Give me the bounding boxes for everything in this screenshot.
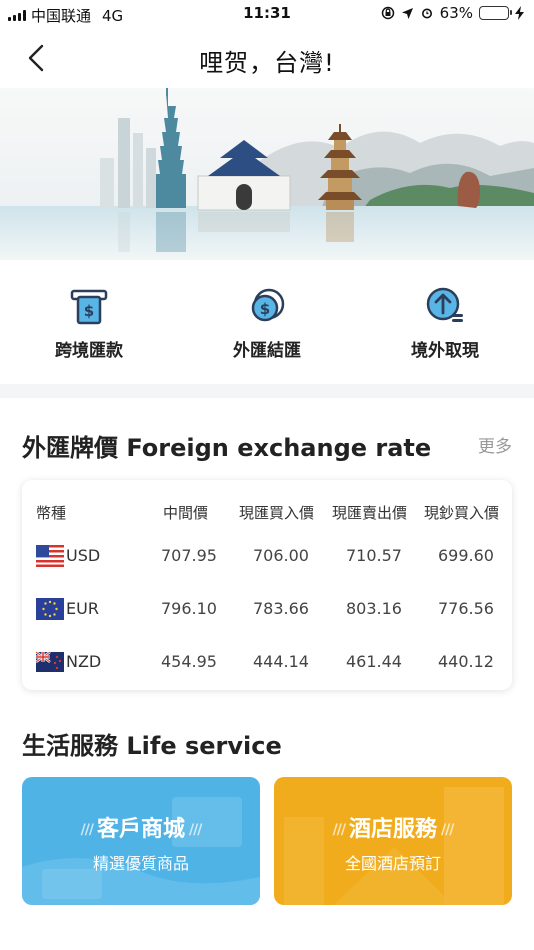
coin-exchange-icon: $ bbox=[251, 288, 285, 322]
atm-dollar-icon: $ bbox=[70, 289, 108, 325]
life-service-title: 生活服務 Life service bbox=[22, 732, 282, 760]
quick-action-label: 外匯結匯 bbox=[233, 341, 301, 361]
column-header: 現鈔買入價 bbox=[424, 504, 500, 522]
page-title: 哩贺，台灣! bbox=[199, 49, 335, 77]
taiwan-banner-image bbox=[0, 88, 534, 260]
alarm-icon bbox=[421, 8, 432, 19]
table-row[interactable]: NZD 454.95 444.14 461.44 440.12 bbox=[22, 640, 512, 684]
quick-actions: $ 跨境匯款 $ 外匯結匯 境外取現 bbox=[0, 260, 534, 384]
us-flag-icon bbox=[36, 545, 64, 567]
svg-text:$: $ bbox=[84, 302, 94, 320]
hotel-service-card[interactable]: ///酒店服務/// 全國酒店預訂 bbox=[274, 777, 512, 905]
battery-percent: 63% bbox=[439, 4, 473, 22]
column-header: 現匯買入價 bbox=[239, 504, 315, 522]
status-bar: 中国联通 4G 11:31 63% bbox=[0, 0, 534, 28]
table-row[interactable]: USD 707.95 706.00 710.57 699.60 bbox=[22, 534, 512, 578]
rate-value: 461.44 bbox=[346, 652, 402, 671]
column-header: 幣種 bbox=[36, 504, 67, 522]
rate-value: 803.16 bbox=[346, 599, 402, 618]
card-title: ///酒店服務/// bbox=[332, 817, 455, 842]
cross-border-remittance-button[interactable]: $ 跨境匯款 bbox=[0, 260, 178, 384]
quick-action-label: 境外取現 bbox=[411, 341, 479, 361]
rate-value: 776.56 bbox=[438, 599, 494, 618]
card-title: ///客戶商城/// bbox=[80, 817, 203, 842]
column-header: 現匯賣出價 bbox=[332, 504, 408, 522]
rate-value: 444.14 bbox=[253, 652, 309, 671]
column-header: 中間價 bbox=[163, 504, 209, 522]
orientation-lock-icon bbox=[381, 6, 394, 20]
rate-value: 699.60 bbox=[438, 546, 494, 565]
forex-section-title: 外匯牌價 Foreign exchange rate bbox=[22, 434, 432, 462]
section-divider bbox=[0, 384, 534, 398]
currency-code: EUR bbox=[66, 599, 99, 618]
charging-icon bbox=[515, 6, 524, 20]
location-icon bbox=[401, 7, 413, 19]
forex-more-link[interactable]: 更多 bbox=[478, 432, 512, 457]
overseas-withdrawal-button[interactable]: 境外取現 bbox=[356, 260, 534, 384]
quick-action-label: 跨境匯款 bbox=[55, 341, 123, 361]
rate-value: 710.57 bbox=[346, 546, 402, 565]
nz-flag-icon bbox=[36, 650, 64, 672]
rate-value: 440.12 bbox=[438, 652, 494, 671]
nav-bar: 哩贺，台灣! bbox=[0, 28, 534, 88]
eu-flag-icon bbox=[36, 598, 64, 620]
upload-coin-icon bbox=[426, 287, 463, 322]
forex-rate-table: 幣種 中間價 現匯買入價 現匯賣出價 現鈔買入價 USD 707.95 706.… bbox=[22, 480, 512, 690]
rate-value: 706.00 bbox=[253, 546, 309, 565]
customer-mall-card[interactable]: ///客戶商城/// 精選優質商品 bbox=[22, 777, 260, 905]
card-subtitle: 精選優質商品 bbox=[92, 854, 189, 873]
currency-code: USD bbox=[66, 546, 101, 565]
table-row[interactable]: EUR 796.10 783.66 803.16 776.56 bbox=[22, 587, 512, 631]
svg-text:$: $ bbox=[260, 300, 270, 318]
rate-value: 796.10 bbox=[161, 599, 217, 618]
battery-icon bbox=[479, 6, 512, 20]
card-subtitle: 全國酒店預訂 bbox=[344, 854, 441, 873]
currency-code: NZD bbox=[66, 652, 102, 671]
rate-value: 783.66 bbox=[253, 599, 309, 618]
forex-settlement-button[interactable]: $ 外匯結匯 bbox=[178, 260, 356, 384]
rate-value: 454.95 bbox=[161, 652, 217, 671]
rate-value: 707.95 bbox=[161, 546, 217, 565]
